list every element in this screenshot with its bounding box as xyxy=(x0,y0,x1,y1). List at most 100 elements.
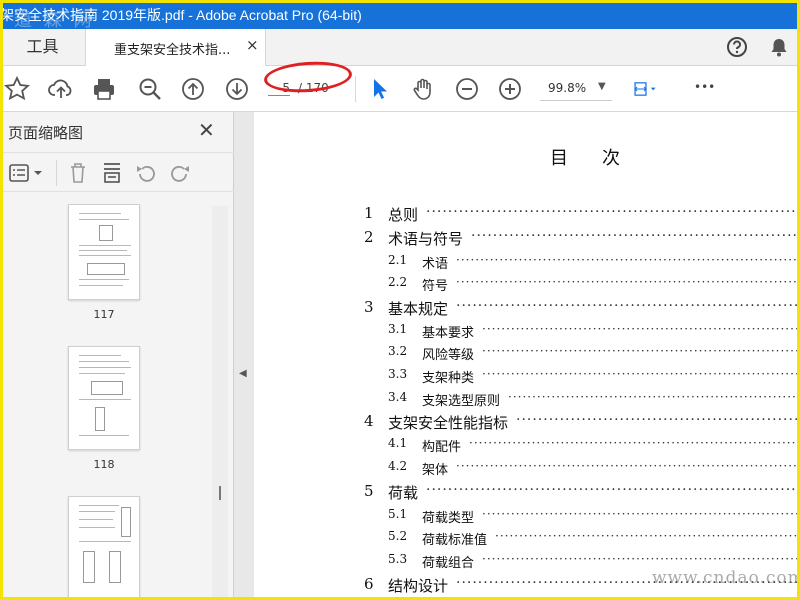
toc-entry[interactable]: 5 荷载 ·····································… xyxy=(254,482,800,504)
tab-document[interactable]: 重支架安全技术指... × xyxy=(86,29,266,66)
toc-entry-number: 3.4 xyxy=(388,390,408,404)
bookmark-star-icon[interactable] xyxy=(3,75,31,102)
toc-entry-title: 支架安全性能指标 xyxy=(388,414,509,432)
notification-bell-icon[interactable] xyxy=(768,36,790,58)
toc-leader-dots: ········································… xyxy=(469,436,800,450)
toc-entry[interactable]: 5.2 荷载标准值 ································… xyxy=(254,529,800,551)
panel-divider xyxy=(56,160,57,186)
toc-leader-dots: ········································… xyxy=(426,482,800,498)
thumbnail-list: 117 118 xyxy=(0,202,214,600)
page-fit-width-icon[interactable] xyxy=(633,76,671,102)
toc-leader-dots: ········································… xyxy=(456,459,800,473)
toc-entry-title: 支架选型原则 xyxy=(422,394,501,409)
toc-leader-dots: ········································… xyxy=(482,344,800,358)
toc-entry[interactable]: 3 基本规定 ···································… xyxy=(254,298,800,320)
toc-entry-number: 5 xyxy=(364,482,374,500)
toc-entry-title: 基本规定 xyxy=(388,300,449,318)
toc-entry[interactable]: 1 总则 ·····································… xyxy=(254,204,800,226)
zoom-in-icon[interactable] xyxy=(497,76,523,102)
toc-entry[interactable]: 2.1 术语 ···································… xyxy=(254,253,800,275)
thumbnail-options-icon[interactable] xyxy=(8,161,44,185)
panel-collapse-gutter[interactable]: ◀ xyxy=(234,112,254,600)
tab-bar: 工具 重支架安全技术指... × xyxy=(0,29,800,66)
toc-entry-number: 2 xyxy=(364,228,374,246)
toc-leader-dots: ········································… xyxy=(456,298,800,314)
toc-leader-dots: ········································… xyxy=(471,228,800,244)
rotate-right-icon[interactable] xyxy=(168,161,192,185)
toc-entry-title: 荷载类型 xyxy=(422,511,475,526)
zoom-out-magnifier-icon[interactable] xyxy=(137,76,163,102)
toc-entry-title: 基本要求 xyxy=(422,326,475,341)
page-thumbnails-panel: 页面缩略图 ✕ 117 118 xyxy=(0,112,234,600)
zoom-level-dropdown[interactable]: 99.8% ▼ xyxy=(540,78,612,101)
toc-leader-dots: ········································… xyxy=(482,507,800,521)
toc-entry-title: 总则 xyxy=(388,206,419,224)
toc-entry-number: 3.2 xyxy=(388,344,408,358)
print-icon[interactable] xyxy=(91,76,117,102)
toc-entry-title: 结构设计 xyxy=(388,577,449,595)
toc-entry-title: 符号 xyxy=(422,279,449,294)
toc-entry[interactable]: 5.1 荷载类型 ·································… xyxy=(254,507,800,529)
toc-entry-title: 架体 xyxy=(422,463,449,478)
more-tools-icon[interactable]: ••• xyxy=(694,80,724,106)
title-bar: 架安全技术指南 2019年版.pdf - Adobe Acrobat Pro (… xyxy=(0,0,800,31)
toc-leader-dots: ········································… xyxy=(508,390,800,404)
rotate-left-icon[interactable] xyxy=(134,161,158,185)
toc-entry-title: 支架种类 xyxy=(422,371,475,386)
document-view[interactable]: 目次 1 总则 ··································… xyxy=(254,112,800,600)
toc-entry-title: 术语与符号 xyxy=(388,230,464,248)
toc-entry[interactable]: 2 术语与符号 ··································… xyxy=(254,228,800,250)
insert-page-icon[interactable] xyxy=(100,161,124,185)
toc-entry-number: 3.3 xyxy=(388,367,408,381)
page-thumbnail[interactable] xyxy=(68,496,140,600)
tab-document-label: 重支架安全技术指... xyxy=(114,43,231,58)
tab-close-icon[interactable]: × xyxy=(246,36,259,54)
toc-entry-number: 5.3 xyxy=(388,552,408,566)
toc-leader-dots: ········································… xyxy=(482,367,800,381)
tab-tools[interactable]: 工具 xyxy=(0,29,86,65)
table-of-contents: 1 总则 ·····································… xyxy=(254,112,800,600)
trash-icon[interactable] xyxy=(66,161,90,185)
help-icon[interactable] xyxy=(726,36,748,58)
scrollbar-handle[interactable] xyxy=(219,486,221,500)
panel-toolbar xyxy=(0,152,234,192)
toc-entry-title: 荷载 xyxy=(388,484,419,502)
toc-entry-number: 3.1 xyxy=(388,322,408,336)
hand-tool-icon[interactable] xyxy=(410,76,436,102)
thumbnail-page-number: 118 xyxy=(93,458,115,471)
next-page-icon[interactable] xyxy=(224,76,250,102)
chevron-down-icon: ▼ xyxy=(598,81,606,92)
cloud-upload-icon[interactable] xyxy=(48,76,74,102)
toc-entry-number: 5.2 xyxy=(388,529,408,543)
toc-leader-dots: ········································… xyxy=(426,204,800,220)
toc-entry-title: 荷载组合 xyxy=(422,556,475,571)
thumbnail-page-number: 117 xyxy=(93,308,115,321)
toc-entry[interactable]: 4.1 构配件 ··································… xyxy=(254,436,800,458)
toc-entry[interactable]: 4 支架安全性能指标 ·······························… xyxy=(254,412,800,434)
toc-entry[interactable]: 3.4 支架选型原则 ·······························… xyxy=(254,390,800,412)
toolbar-divider xyxy=(355,76,356,102)
select-cursor-icon[interactable] xyxy=(367,76,393,102)
zoom-out-icon[interactable] xyxy=(454,76,480,102)
toc-entry[interactable]: 3.2 风险等级 ·································… xyxy=(254,344,800,366)
zoom-level-value: 99.8% xyxy=(548,81,587,95)
toc-entry[interactable]: 2.2 符号 ···································… xyxy=(254,275,800,297)
toc-entry-number: 6 xyxy=(364,575,374,593)
toc-entry-number: 3 xyxy=(364,298,374,316)
toc-entry-number: 4 xyxy=(364,412,374,430)
toc-entry-title: 荷载标准值 xyxy=(422,533,488,548)
toc-entry[interactable]: 4.2 架体 ···································… xyxy=(254,459,800,481)
toc-leader-dots: ········································… xyxy=(456,253,800,267)
collapse-arrow-icon[interactable]: ◀ xyxy=(239,368,247,379)
page-thumbnail[interactable] xyxy=(68,346,140,450)
page-thumbnail[interactable] xyxy=(68,204,140,300)
toc-entry-title: 构配件 xyxy=(422,440,462,455)
thumbnail-scrollbar[interactable] xyxy=(212,206,228,600)
toc-entry[interactable]: 3.1 基本要求 ·································… xyxy=(254,322,800,344)
panel-close-icon[interactable]: ✕ xyxy=(198,118,215,142)
previous-page-icon[interactable] xyxy=(180,76,206,102)
toc-entry-title: 风险等级 xyxy=(422,348,475,363)
panel-title: 页面缩略图 xyxy=(8,124,84,142)
toc-leader-dots: ········································… xyxy=(495,529,800,543)
toc-entry[interactable]: 3.3 支架种类 ·································… xyxy=(254,367,800,389)
